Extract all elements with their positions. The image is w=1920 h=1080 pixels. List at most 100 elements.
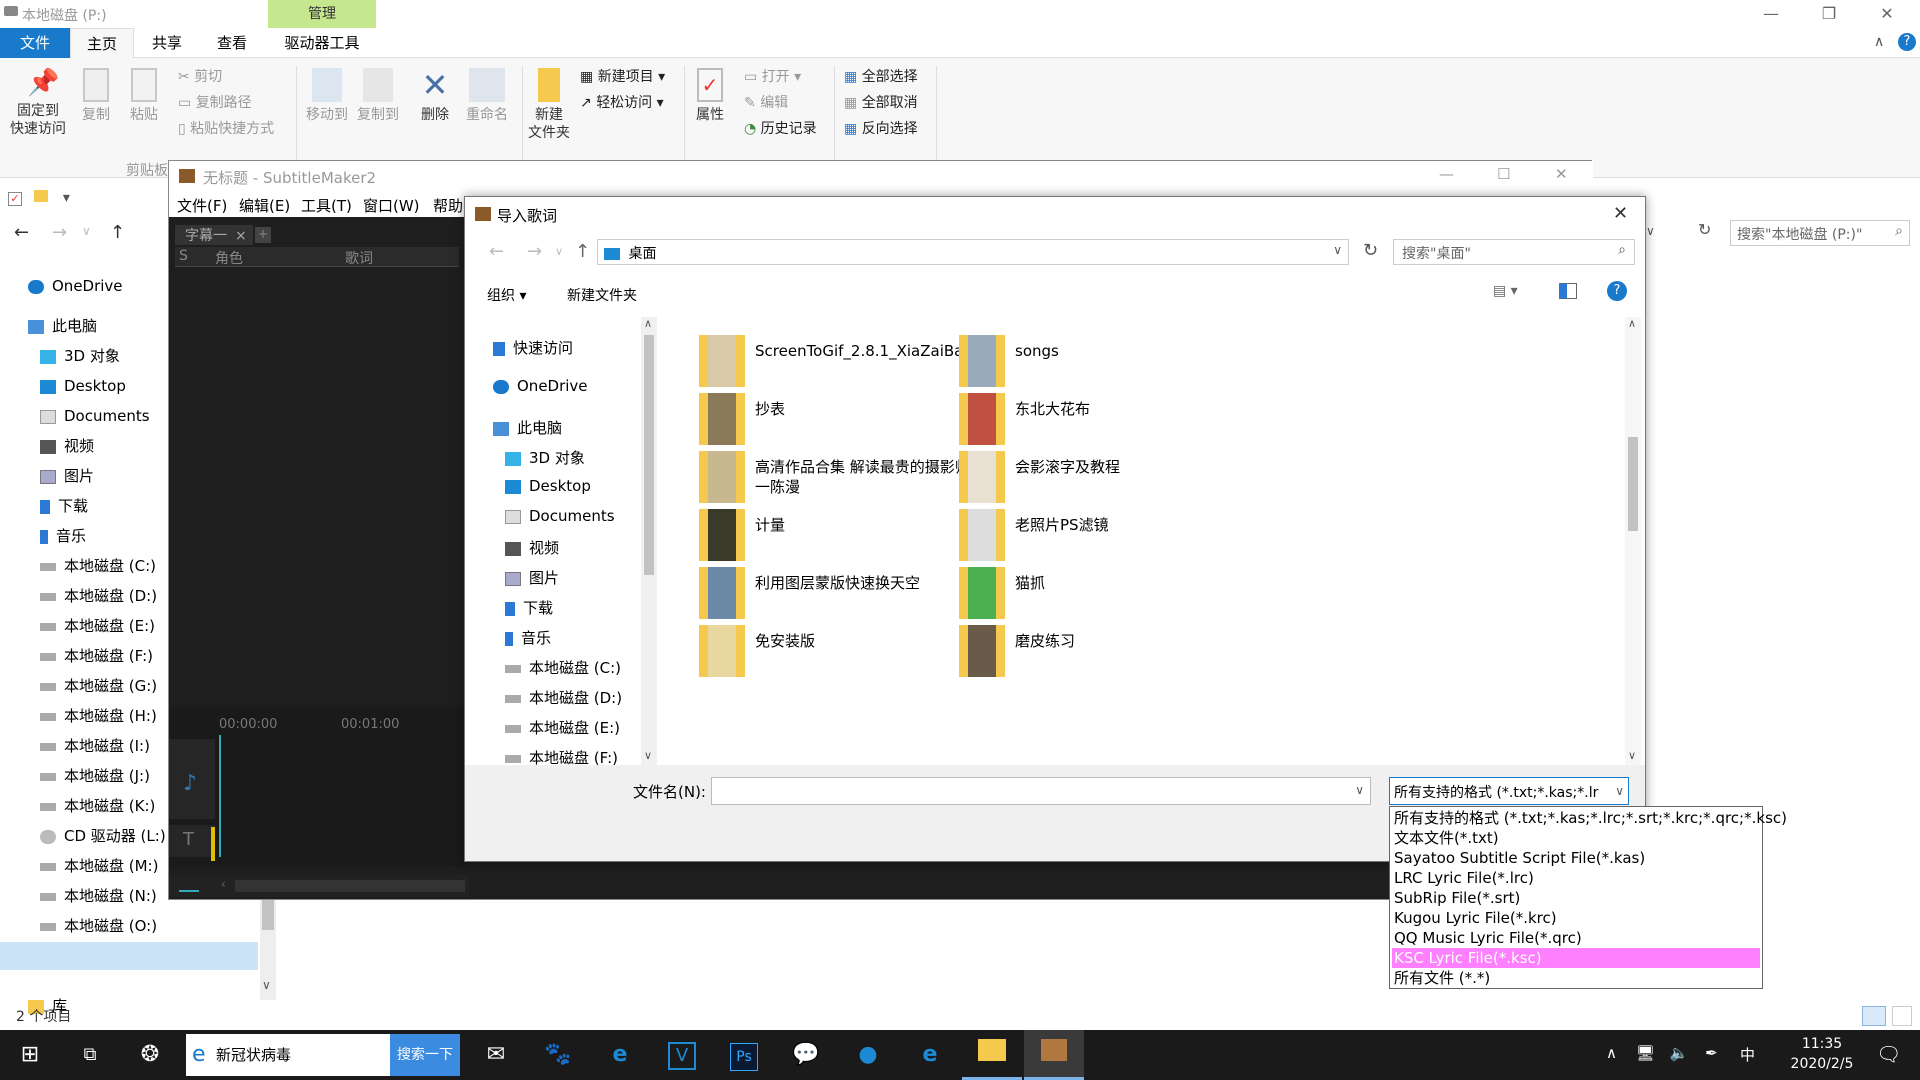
view-options-icon[interactable]: ▤ ▾	[1493, 283, 1518, 299]
nav-item[interactable]: 本地磁盘 (M:)	[40, 856, 158, 876]
nav-item[interactable]: OneDrive	[28, 276, 123, 296]
ie-icon[interactable]: e	[590, 1030, 650, 1080]
tree-item[interactable]: 本地磁盘 (F:)	[505, 747, 618, 765]
folder-item[interactable]: 高清作品合集 解读最贵的摄影师之一陈漫	[699, 447, 999, 503]
new-folder-button[interactable]: 新建 文件夹	[524, 68, 574, 142]
folder-item[interactable]: 东北大花布	[959, 389, 1259, 445]
nav-item[interactable]: 本地磁盘 (K:)	[40, 796, 155, 816]
windows-start-icon[interactable]: ⊞	[0, 1030, 60, 1080]
help-icon[interactable]: ?	[1607, 281, 1627, 301]
new-item-button[interactable]: ▦ 新建项目 ▾	[580, 68, 665, 86]
nav-scrollbar[interactable]: ∨	[260, 900, 276, 1000]
nav-item[interactable]: Desktop	[40, 376, 126, 396]
close-icon[interactable]: ✕	[1858, 0, 1916, 28]
file-explorer-icon[interactable]	[962, 1030, 1022, 1080]
scroll-thumb[interactable]	[235, 880, 465, 892]
easy-access-button[interactable]: ↗ 轻松访问 ▾	[580, 94, 664, 112]
tree-item[interactable]: Desktop	[505, 477, 591, 495]
playhead[interactable]	[219, 735, 221, 857]
folder-item[interactable]: 免安装版	[699, 621, 999, 677]
pen-icon[interactable]: ✒	[1705, 1044, 1718, 1062]
nav-item[interactable]: 音乐	[40, 526, 86, 546]
file-type-option[interactable]: 所有支持的格式 (*.txt;*.kas;*.lrc;*.srt;*.krc;*…	[1392, 808, 1787, 828]
tiles-view-icon[interactable]	[1892, 1006, 1912, 1026]
clock[interactable]: 11:35 2020/2/5	[1772, 1034, 1872, 1074]
menu-help[interactable]: 帮助	[433, 195, 463, 216]
tree-item[interactable]: 图片	[505, 567, 559, 588]
subtitlemaker-taskbar-icon[interactable]	[1024, 1030, 1084, 1080]
nav-item[interactable]: 本地磁盘 (J:)	[40, 766, 150, 786]
task-view-icon[interactable]: ⧉	[60, 1030, 120, 1080]
recent-dropdown-icon[interactable]: ∨	[555, 245, 563, 258]
tree-item[interactable]: 本地磁盘 (D:)	[505, 687, 622, 708]
wechat-icon[interactable]: 💬	[776, 1030, 836, 1080]
nav-item[interactable]: 本地磁盘 (F:)	[40, 646, 153, 666]
tree-item[interactable]: OneDrive	[493, 377, 588, 395]
tree-item[interactable]: 3D 对象	[505, 447, 585, 468]
close-icon[interactable]: ✕	[1613, 203, 1628, 224]
paste-button[interactable]: 粘贴	[122, 68, 166, 124]
dialog-address-bar[interactable]: 桌面 ∨	[597, 239, 1349, 265]
tree-item[interactable]: 下载	[505, 597, 553, 618]
nav-item[interactable]: CD 驱动器 (L:)	[40, 826, 166, 846]
taskbar-search-button[interactable]: 搜索一下	[390, 1034, 460, 1076]
tree-scrollbar[interactable]: ∧ ∨	[641, 317, 657, 765]
pin-button[interactable]: 📌 固定到 快速访问	[8, 68, 68, 138]
folder-item[interactable]: 会影滚字及教程	[959, 447, 1259, 503]
back-icon[interactable]: ←	[489, 241, 504, 262]
chevron-up-icon[interactable]: ∧	[1606, 1044, 1617, 1062]
address-dropdown-icon[interactable]: ∨	[1646, 224, 1666, 248]
scroll-left-icon[interactable]: ‹	[221, 877, 226, 891]
refresh-icon[interactable]: ↻	[1698, 220, 1718, 244]
minimize-icon[interactable]: —	[1439, 165, 1454, 183]
edge-icon[interactable]: e	[900, 1030, 960, 1080]
up-icon[interactable]: ↑	[110, 222, 125, 243]
chevron-down-icon[interactable]: ∨	[1333, 243, 1342, 257]
filename-input[interactable]: ∨	[711, 777, 1371, 805]
forward-icon[interactable]: →	[527, 241, 542, 262]
nav-item[interactable]: 本地磁盘 (H:)	[40, 706, 157, 726]
forward-icon[interactable]: →	[52, 222, 67, 243]
tab-home[interactable]: 主页	[70, 28, 134, 58]
select-all-button[interactable]: ▦ 全部选择	[844, 68, 918, 86]
back-icon[interactable]: ←	[14, 222, 29, 243]
nav-item[interactable]: 下载	[40, 496, 88, 516]
dialog-search-input[interactable]: 搜索"桌面" ⌕	[1393, 239, 1635, 265]
close-icon[interactable]: ×	[235, 228, 247, 244]
folder-item[interactable]: 抄表	[699, 389, 999, 445]
tree-item[interactable]: 视频	[505, 537, 559, 558]
menu-window[interactable]: 窗口(W)	[363, 195, 420, 216]
chevron-down-icon[interactable]: ∨	[1355, 783, 1364, 797]
history-button[interactable]: ◔ 历史记录	[744, 120, 817, 138]
folder-item[interactable]: 计量	[699, 505, 999, 561]
new-folder-button[interactable]: 新建文件夹	[567, 285, 637, 305]
maximize-icon[interactable]: ☐	[1497, 165, 1510, 183]
close-icon[interactable]: ✕	[1555, 165, 1568, 183]
nav-item[interactable]: 3D 对象	[40, 346, 120, 366]
file-type-option[interactable]: 所有文件 (*.*)	[1392, 968, 1760, 988]
tab-drive-tools[interactable]: 驱动器工具	[268, 28, 376, 58]
tree-item[interactable]: 此电脑	[493, 417, 562, 438]
folder-item[interactable]: 磨皮练习	[959, 621, 1259, 677]
manage-context-tab[interactable]: 管理	[268, 0, 376, 28]
ime-indicator[interactable]: 中	[1740, 1044, 1755, 1065]
tree-item[interactable]: 本地磁盘 (E:)	[505, 717, 620, 738]
file-type-option[interactable]: KSC Lyric File(*.ksc)	[1392, 948, 1760, 968]
add-tab-icon[interactable]: +	[255, 227, 271, 243]
restore-icon[interactable]: ❐	[1800, 0, 1858, 28]
tree-item[interactable]: 本地磁盘 (C:)	[505, 657, 621, 678]
tab-view[interactable]: 查看	[200, 28, 264, 58]
file-type-option[interactable]: 文本文件(*.txt)	[1392, 828, 1760, 848]
organize-button[interactable]: 组织 ▾	[487, 285, 526, 305]
volume-icon[interactable]: 🔈	[1670, 1044, 1689, 1062]
recent-dropdown-icon[interactable]: ∨	[82, 224, 91, 238]
network-icon[interactable]: 🖥	[1636, 1044, 1655, 1062]
nav-item[interactable]: 本地磁盘 (E:)	[40, 616, 155, 636]
subtitle-tab[interactable]: 字幕一 ×	[175, 225, 253, 245]
tree-item[interactable]: 快速访问	[493, 337, 573, 358]
help-icon[interactable]: ?	[1898, 33, 1916, 51]
baidu-icon[interactable]: 🐾	[528, 1030, 588, 1080]
nav-item[interactable]: 本地磁盘 (N:)	[40, 886, 157, 906]
nav-item[interactable]: Documents	[40, 406, 150, 426]
folder-item[interactable]: 利用图层蒙版快速换天空	[699, 563, 999, 619]
